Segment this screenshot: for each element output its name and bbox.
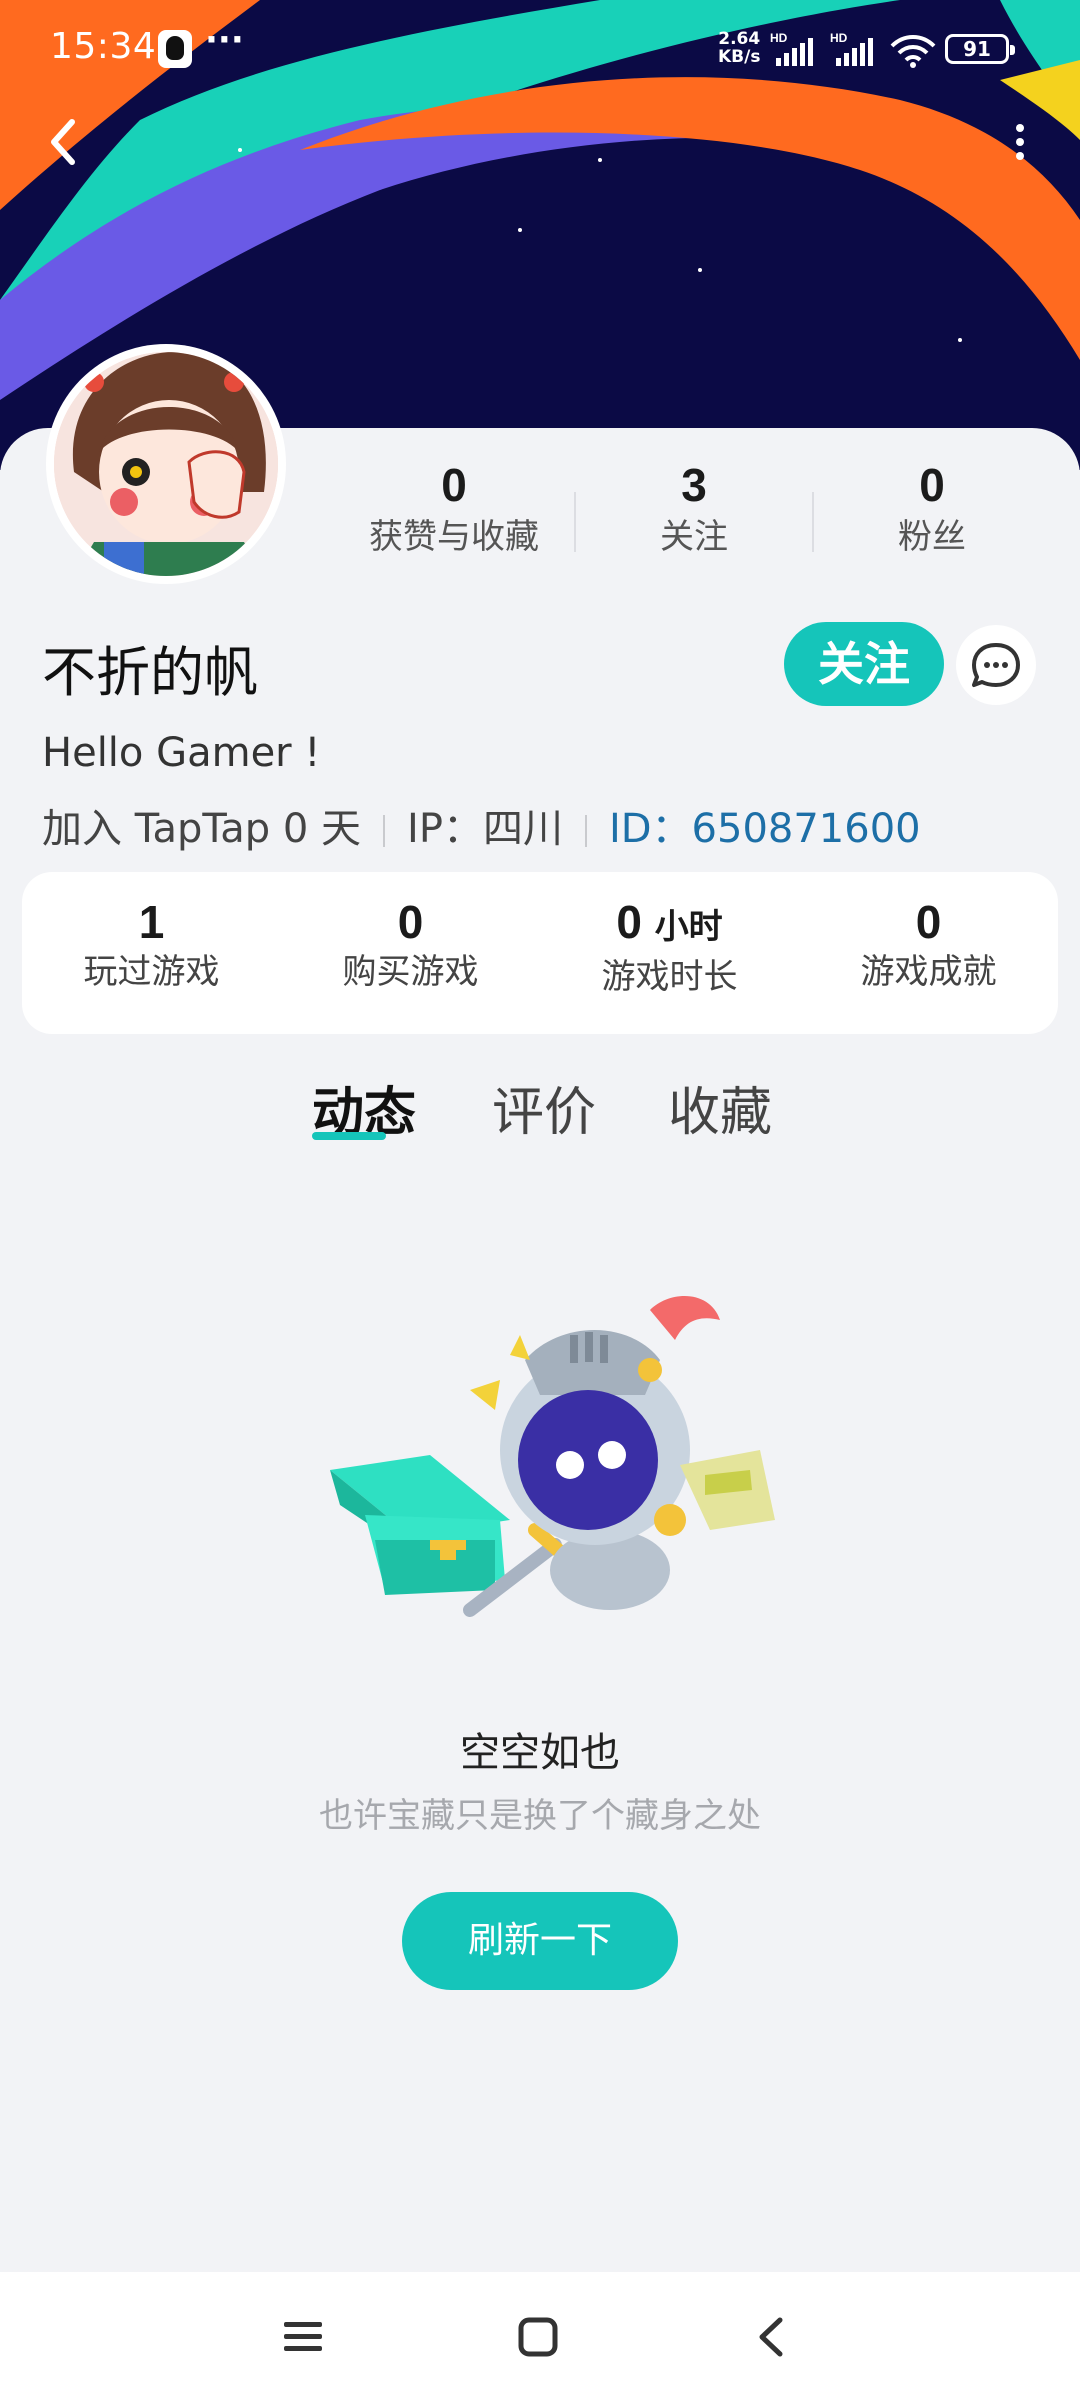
achievements-value: 0 <box>915 896 942 948</box>
qq-notification-icon <box>158 30 192 68</box>
purchased-label: 购买游戏 <box>342 952 479 992</box>
achievements-label: 游戏成就 <box>860 952 997 992</box>
active-tab-indicator <box>312 1132 386 1140</box>
home-icon[interactable] <box>513 2312 563 2362</box>
system-navigation-bar <box>0 2272 1080 2400</box>
message-button[interactable] <box>956 625 1036 705</box>
playtime-label: 游戏时长 <box>601 957 738 997</box>
status-time: 15:34 <box>50 26 157 67</box>
empty-state-subtitle: 也许宝藏只是换了个藏身之处 <box>319 1796 761 1836</box>
status-bar: 15:34 ··· 2.64 KB/s HD HD 91 <box>0 0 1080 100</box>
profile-bio: Hello Gamer ! <box>42 730 321 776</box>
user-id[interactable]: ID：650871600 <box>609 806 921 852</box>
stat-likes-label: 获赞与收藏 <box>369 517 539 557</box>
chat-bubble-icon <box>972 643 1020 687</box>
profile-meta: 加入 TapTap 0 天 IP：四川 ID：650871600 <box>42 796 921 854</box>
playtime-unit: 小时 <box>654 908 723 946</box>
tab-feed[interactable]: 动态 <box>312 1070 416 1156</box>
tab-favorites[interactable]: 收藏 <box>668 1070 772 1156</box>
meta-divider <box>383 815 386 847</box>
empty-state-title: 空空如也 <box>460 1730 620 1776</box>
network-speed: 2.64 KB/s <box>718 30 760 66</box>
stat-likes-value: 0 <box>441 459 467 511</box>
network-speed-unit: KB/s <box>718 47 761 67</box>
game-stat-purchased[interactable]: 0 购买游戏 <box>281 894 540 994</box>
played-label: 玩过游戏 <box>83 952 220 992</box>
content-tabs: 动态 评价 收藏 <box>0 1070 1080 1160</box>
signal-icon: HD <box>770 31 813 66</box>
hd-label: HD <box>770 31 788 45</box>
avatar[interactable] <box>46 344 286 584</box>
avatar-image <box>54 352 278 576</box>
stat-following[interactable]: 3 关注 <box>574 455 814 559</box>
empty-knight-illustration <box>330 1296 775 1617</box>
signal-icon-2: HD <box>830 31 873 66</box>
username: 不折的帆 <box>42 641 258 704</box>
game-stat-achievements[interactable]: 0 游戏成就 <box>799 894 1058 994</box>
stat-followers-label: 粉丝 <box>898 517 966 557</box>
stat-following-label: 关注 <box>660 517 728 557</box>
game-stat-playtime[interactable]: 0 小时 游戏时长 <box>540 894 799 999</box>
follow-button[interactable]: 关注 <box>784 622 944 706</box>
battery-indicator: 91 <box>945 34 1015 64</box>
stat-followers-value: 0 <box>919 459 945 511</box>
back-nav-icon[interactable] <box>748 2312 798 2362</box>
stat-followers[interactable]: 0 粉丝 <box>812 455 1052 559</box>
played-value: 1 <box>138 896 165 948</box>
playtime-value: 0 <box>616 896 642 948</box>
game-stats-panel: 1 玩过游戏 0 购买游戏 0 小时 游戏时长 0 游戏成就 <box>22 872 1058 1034</box>
meta-divider <box>584 815 587 847</box>
back-arrow-icon[interactable] <box>40 112 90 172</box>
purchased-value: 0 <box>397 896 424 948</box>
joined-days: 加入 TapTap 0 天 <box>42 806 362 852</box>
stat-likes-favorites[interactable]: 0 获赞与收藏 <box>334 455 574 559</box>
tab-reviews[interactable]: 评价 <box>492 1070 596 1156</box>
wifi-icon <box>890 35 936 68</box>
stat-following-value: 3 <box>681 459 707 511</box>
ip-location: IP：四川 <box>407 806 563 852</box>
more-vertical-icon[interactable] <box>1000 118 1040 168</box>
recent-apps-icon[interactable] <box>278 2312 328 2362</box>
game-stat-played[interactable]: 1 玩过游戏 <box>22 894 281 994</box>
refresh-button[interactable]: 刷新一下 <box>402 1892 678 1990</box>
status-more-icon: ··· <box>205 20 244 60</box>
hd-label-2: HD <box>830 31 848 45</box>
network-speed-value: 2.64 <box>718 29 761 49</box>
